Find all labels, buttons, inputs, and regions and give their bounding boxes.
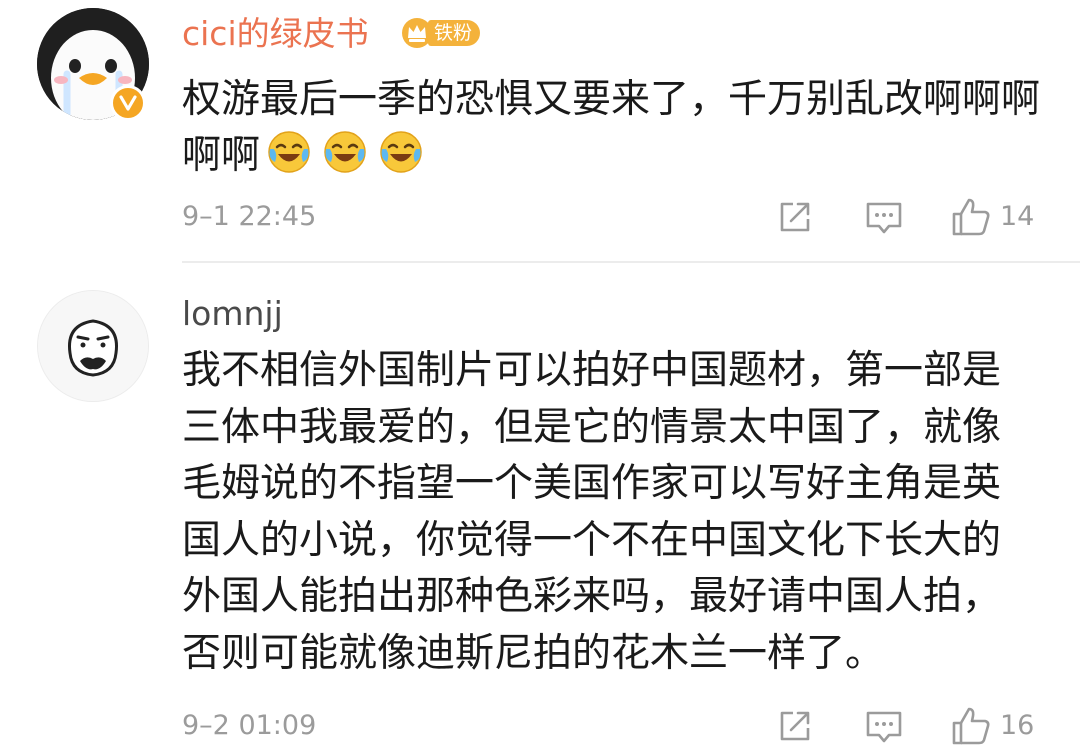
comment-text: 权游最后一季的恐惧又要来了，千万别乱改啊啊啊啊啊: [182, 72, 1042, 191]
like-icon: [952, 707, 990, 745]
doodle-face-avatar-icon: [38, 291, 148, 401]
laugh-cry-emoji: [380, 131, 422, 173]
verified-icon: [110, 85, 146, 121]
laugh-cry-emoji: [268, 131, 310, 173]
username[interactable]: lomnjj: [182, 292, 283, 336]
comment-line: 否则可能就像迪斯尼拍的花木兰一样了。: [182, 630, 885, 676]
comment-line: 国人的小说，你觉得一个不在中国文化下长大的: [182, 517, 1002, 563]
like-button[interactable]: 16: [950, 705, 1034, 747]
like-count: 16: [1000, 710, 1035, 741]
comment-icon: [866, 202, 902, 234]
comment-icon: [866, 711, 902, 743]
like-icon: [952, 198, 990, 236]
like-button[interactable]: 14: [950, 196, 1034, 238]
share-button[interactable]: [776, 707, 814, 745]
comment-list: cici的绿皮书 铁粉 权游最后一季的恐惧又要来了，千万别乱改啊啊啊啊啊 9–1…: [0, 0, 1080, 755]
comment-line: 我不相信外国制片可以拍好中国题材，第一部是: [182, 348, 1002, 393]
comment-line: 外国人能拍出那种色彩来吗，最好请中国人拍，: [182, 574, 1002, 619]
emoji-row: [266, 129, 434, 191]
comment-text: 我不相信外国制片可以拍好中国题材，第一部是 三体中我最爱的，但是它的情景太中国了…: [182, 343, 1052, 682]
reply-button[interactable]: [864, 707, 904, 747]
share-button[interactable]: [776, 198, 814, 236]
comment-divider: [182, 261, 1080, 263]
timestamp: 9–1 22:45: [182, 201, 317, 232]
laugh-cry-emoji: [324, 131, 366, 173]
share-icon: [780, 711, 810, 741]
reply-button[interactable]: [864, 198, 904, 238]
share-icon: [780, 202, 810, 232]
timestamp: 9–2 01:09: [182, 710, 317, 741]
username[interactable]: cici的绿皮书: [182, 12, 369, 56]
avatar[interactable]: [37, 290, 149, 402]
comment-line: 三体中我最爱的，但是它的情景太中国了，就像: [182, 404, 1002, 450]
comment-line: 毛姆说的不指望一个美国作家可以写好主角是英: [182, 461, 1002, 506]
like-count: 14: [1000, 201, 1035, 232]
fan-badge[interactable]: 铁粉: [400, 16, 481, 50]
fan-badge-label: 铁粉: [428, 20, 481, 46]
